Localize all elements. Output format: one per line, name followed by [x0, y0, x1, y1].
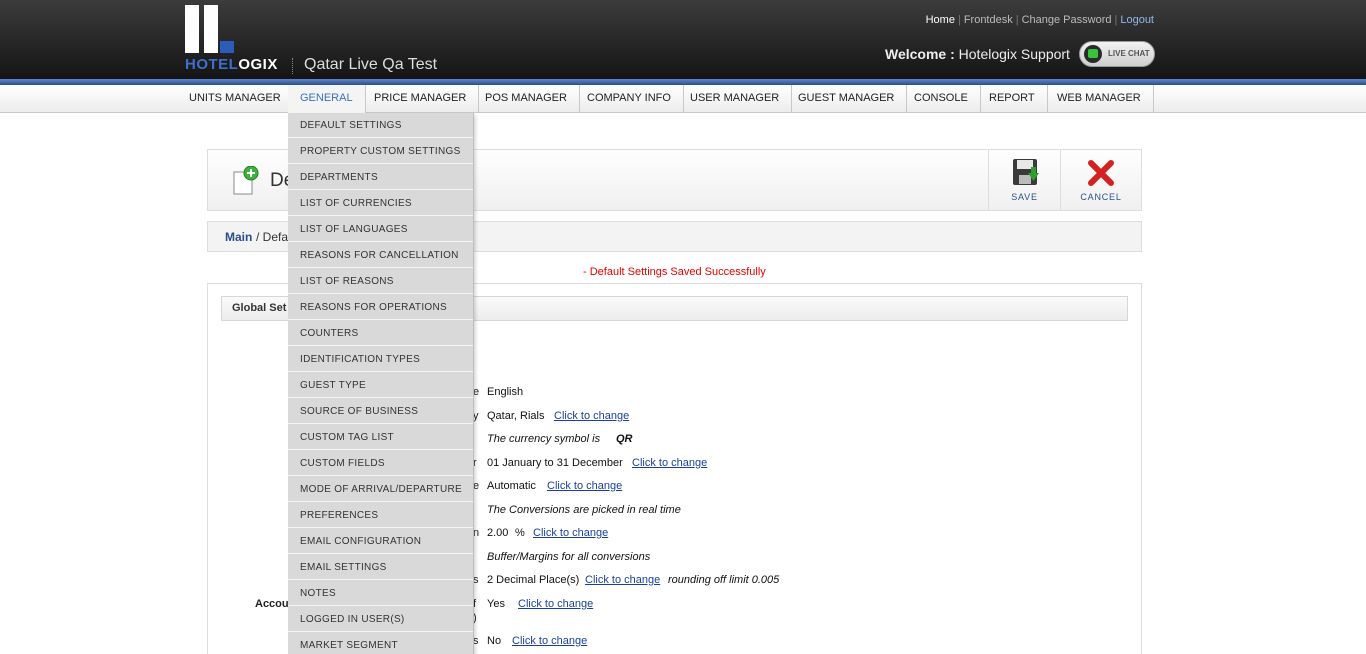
nav-console[interactable]: CONSOLE — [902, 85, 981, 113]
buffer-change-link[interactable]: Click to change — [533, 527, 608, 539]
last-change-link[interactable]: Click to change — [512, 635, 587, 647]
menu-email-settings[interactable]: EMAIL SETTINGS — [288, 555, 473, 580]
menu-notes[interactable]: NOTES — [288, 581, 473, 606]
menu-reasons-for-cancellation[interactable]: REASONS FOR CANCELLATION — [288, 243, 473, 268]
logout-link[interactable]: Logout — [1120, 14, 1154, 26]
menu-mode-of-arrival-departure[interactable]: MODE OF ARRIVAL/DEPARTURE — [288, 477, 473, 502]
nav-guest-manager[interactable]: GUEST MANAGER — [786, 85, 908, 113]
top-links: Home | Frontdesk | Change Password | Logout — [925, 14, 1154, 26]
welcome-text: Welcome : Hotelogix Support — [885, 46, 1070, 62]
hotel-name: Qatar Live Qa Test — [304, 56, 438, 73]
home-link[interactable]: Home — [926, 14, 955, 26]
menu-list-of-reasons[interactable]: LIST OF REASONS — [288, 269, 473, 294]
menu-identification-types[interactable]: IDENTIFICATION TYPES — [288, 347, 473, 372]
accounting-value: Yes — [487, 598, 505, 610]
menu-preferences[interactable]: PREFERENCES — [288, 503, 473, 528]
menu-market-segment[interactable]: MARKET SEGMENT — [288, 633, 473, 654]
change-password-link[interactable]: Change Password — [1022, 14, 1112, 26]
nav-units-manager[interactable]: UNITS MANAGER — [177, 85, 294, 113]
conversion-note: The Conversions are picked in real time — [487, 504, 681, 516]
financial-year-change-link[interactable]: Click to change — [632, 457, 707, 469]
hotelogix-logo-text[interactable]: HOTELOGIX — [185, 56, 278, 73]
currency-change-link[interactable]: Click to change — [554, 410, 629, 422]
last-setting-value: No — [487, 635, 502, 647]
success-message: - Default Settings Saved Successfully — [583, 266, 766, 278]
logo-divider — [292, 58, 293, 74]
cancel-button[interactable]: CANCEL — [1060, 150, 1141, 210]
cancel-label: CANCEL — [1080, 192, 1122, 202]
nav-company-info[interactable]: COMPANY INFO — [575, 85, 684, 113]
buffer-value: 2.00 — [487, 527, 509, 539]
nav-pos-manager[interactable]: POS MANAGER — [473, 85, 580, 113]
section-title: Global Set — [232, 302, 287, 314]
save-label: SAVE — [1011, 192, 1038, 202]
menu-guest-type[interactable]: GUEST TYPE — [288, 373, 473, 398]
currency-symbol-text: The currency symbol is — [487, 433, 601, 445]
chat-icon — [1084, 45, 1102, 63]
nav-web-manager[interactable]: WEB MANAGER — [1045, 85, 1154, 113]
nav-report[interactable]: REPORT — [977, 85, 1048, 113]
buffer-unit: % — [515, 527, 525, 539]
currency-value: Qatar, Rials — [487, 410, 545, 422]
menu-counters[interactable]: COUNTERS — [288, 321, 473, 346]
menu-property-custom-settings[interactable]: PROPERTY CUSTOM SETTINGS — [288, 139, 473, 164]
main-nav: UNITS MANAGER GENERAL PRICE MANAGER POS … — [0, 85, 1366, 113]
financial-year-value: 01 January to 31 December — [487, 457, 623, 469]
conversion-mode-value: Automatic — [487, 480, 536, 492]
menu-logged-in-users[interactable]: LOGGED IN USER(S) — [288, 607, 473, 632]
breadcrumb-current: / Defa — [256, 230, 289, 244]
floppy-disk-icon — [1012, 158, 1040, 193]
menu-list-of-languages[interactable]: LIST OF LANGUAGES — [288, 217, 473, 242]
accounting-change-link[interactable]: Click to change — [518, 598, 593, 610]
frontdesk-link[interactable]: Frontdesk — [964, 14, 1013, 26]
rounding-note: rounding off limit 0.005 — [668, 574, 780, 586]
menu-custom-fields[interactable]: CUSTOM FIELDS — [288, 451, 473, 476]
decimal-places-value: 2 Decimal Place(s) — [487, 574, 580, 586]
save-button[interactable]: SAVE — [988, 150, 1060, 210]
menu-default-settings[interactable]: DEFAULT SETTINGS — [288, 113, 473, 138]
breadcrumb-main-link[interactable]: Main — [225, 230, 252, 244]
nav-price-manager[interactable]: PRICE MANAGER — [362, 85, 480, 113]
add-document-icon — [232, 165, 259, 195]
menu-reasons-for-operations[interactable]: REASONS FOR OPERATIONS — [288, 295, 473, 320]
general-dropdown-menu: DEFAULT SETTINGS PROPERTY CUSTOM SETTING… — [288, 113, 474, 654]
buffer-note: Buffer/Margins for all conversions — [487, 551, 651, 563]
hotelogix-logo-icon[interactable] — [185, 5, 235, 55]
menu-email-configuration[interactable]: EMAIL CONFIGURATION — [288, 529, 473, 554]
accounting-label-fragment: Accou — [255, 598, 289, 610]
nav-user-manager[interactable]: USER MANAGER — [678, 85, 793, 113]
menu-source-of-business[interactable]: SOURCE OF BUSINESS — [288, 399, 473, 424]
decimal-change-link[interactable]: Click to change — [585, 574, 660, 586]
language-value: English — [487, 386, 524, 398]
nav-general[interactable]: GENERAL — [288, 85, 366, 113]
conversion-change-link[interactable]: Click to change — [547, 480, 622, 492]
menu-list-of-currencies[interactable]: LIST OF CURRENCIES — [288, 191, 473, 216]
currency-symbol: QR — [616, 433, 633, 445]
menu-departments[interactable]: DEPARTMENTS — [288, 165, 473, 190]
red-x-icon — [1088, 160, 1114, 191]
menu-custom-tag-list[interactable]: CUSTOM TAG LIST — [288, 425, 473, 450]
live-chat-button[interactable]: LIVE CHAT — [1079, 41, 1155, 67]
